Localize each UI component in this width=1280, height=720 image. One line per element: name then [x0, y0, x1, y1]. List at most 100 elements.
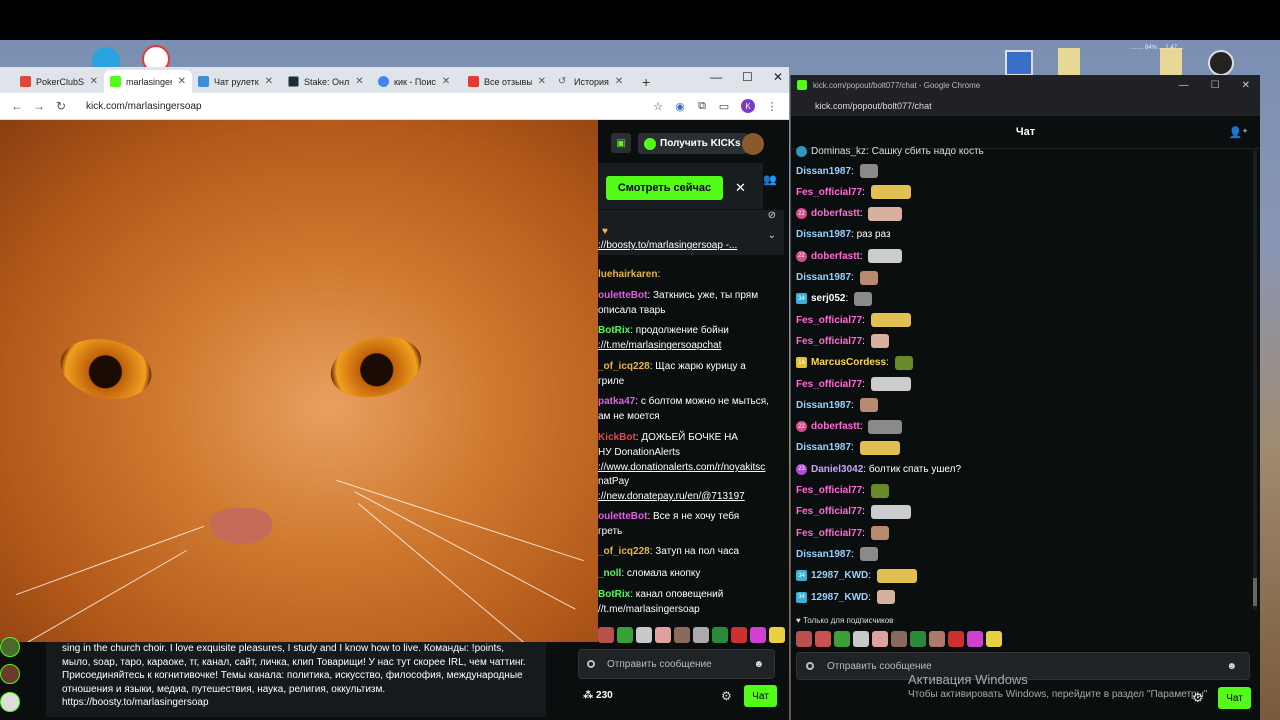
chat-scrollbar[interactable]	[1253, 150, 1257, 610]
chat-username[interactable]: Dissan1987	[796, 549, 851, 560]
chat-username[interactable]: doberfastt	[811, 421, 860, 432]
menu-dots-icon[interactable]: ⋮	[761, 100, 783, 113]
minimize-icon[interactable]: —	[1179, 80, 1189, 91]
close-icon[interactable]: ✕	[355, 76, 363, 87]
profile-avatar[interactable]: K	[741, 99, 755, 113]
emote-icon[interactable]	[636, 627, 652, 643]
chat-link[interactable]: ://new.donatepay.ru/en/@713197	[598, 491, 745, 502]
gift-icon[interactable]: ▣	[611, 133, 631, 153]
pinned-link[interactable]: ://boosty.to/marlasingersoap -...	[598, 240, 737, 251]
minimize-icon[interactable]: —	[710, 70, 722, 84]
chat-username[interactable]: doberfastt	[811, 251, 860, 262]
chat-username[interactable]: Fes_official77	[796, 528, 862, 539]
chat-username[interactable]: Dissan1987	[796, 272, 851, 283]
chat-mode-icon[interactable]	[587, 660, 595, 668]
chat-username[interactable]: ouletteBot	[598, 290, 647, 301]
chat-username[interactable]: BotRix	[598, 589, 630, 600]
emote-icon[interactable]	[967, 631, 983, 647]
emote-icon[interactable]	[853, 631, 869, 647]
chat-username[interactable]: patka47	[598, 396, 635, 407]
new-tab-button[interactable]: +	[642, 70, 650, 93]
emote-icon[interactable]	[815, 631, 831, 647]
channel-avatar[interactable]	[0, 692, 20, 712]
close-icon[interactable]: ✕	[735, 180, 746, 196]
watch-now-button[interactable]: Смотреть сейчас	[606, 176, 723, 200]
url-field[interactable]: kick.com/marlasingersoap	[86, 101, 647, 112]
channel-avatar[interactable]	[0, 664, 20, 684]
close-icon[interactable]: ✕	[265, 76, 273, 87]
chat-username[interactable]: Fes_official77	[796, 336, 862, 347]
chat-username[interactable]: BotRix	[598, 325, 630, 336]
emote-icon[interactable]	[655, 627, 671, 643]
chat-username[interactable]: Fes_official77	[796, 506, 862, 517]
close-icon[interactable]: ✕	[178, 76, 186, 87]
chat-username[interactable]: _of_icq228	[598, 546, 650, 557]
chevron-down-icon[interactable]: ⌄	[768, 230, 776, 241]
tab-reviews[interactable]: Все отзывы ✕	[462, 70, 552, 93]
tab-marlasinger[interactable]: marlasinger ✕	[104, 70, 192, 93]
emote-icon[interactable]	[986, 631, 1002, 647]
emoji-icon[interactable]: ☻	[1226, 661, 1237, 672]
chat-username[interactable]: luehairkaren	[598, 269, 657, 280]
chat-username[interactable]: 12987_KWD	[811, 570, 868, 581]
emote-icon[interactable]	[617, 627, 633, 643]
chat-username[interactable]: Dissan1987	[796, 229, 851, 240]
desktop-app-icon[interactable]	[1208, 50, 1234, 76]
chat-link[interactable]: ://t.me/marlasingersoapchat	[598, 340, 721, 351]
close-window-icon[interactable]: ✕	[1242, 80, 1250, 91]
popout-chat-send-button[interactable]: Чат	[1218, 687, 1251, 709]
emote-icon[interactable]	[712, 627, 728, 643]
tab-google-search[interactable]: кик - Поис ✕	[372, 70, 462, 93]
chat-username[interactable]: Dissan1987	[796, 166, 851, 177]
close-icon[interactable]: ✕	[90, 76, 98, 87]
chat-username[interactable]: Daniel3042	[811, 464, 863, 475]
maximize-icon[interactable]: ☐	[742, 70, 753, 84]
chat-username[interactable]: Fes_official77	[796, 187, 862, 198]
chat-username[interactable]: Dissan1987	[796, 442, 851, 453]
tab-pokerclub[interactable]: PokerClubS ✕	[14, 70, 104, 93]
popout-url[interactable]: kick.com/popout/bolt077/chat	[815, 101, 932, 111]
emote-icon[interactable]	[731, 627, 747, 643]
chat-users-icon[interactable]: 👥	[763, 173, 777, 186]
chat-username[interactable]: Fes_official77	[796, 379, 862, 390]
emote-icon[interactable]	[891, 631, 907, 647]
emote-icon[interactable]	[598, 627, 614, 643]
chat-username[interactable]: _noll	[598, 568, 621, 579]
chat-username[interactable]: MarcusCordess	[811, 357, 886, 368]
desktop-file-icon[interactable]	[1058, 48, 1080, 76]
emote-icon[interactable]	[674, 627, 690, 643]
about-link[interactable]: https://boosty.to/marlasingersoap	[62, 696, 546, 710]
emote-icon[interactable]	[796, 631, 812, 647]
user-avatar[interactable]	[742, 133, 764, 155]
close-icon[interactable]: ✕	[615, 76, 623, 87]
emoji-icon[interactable]: ☻	[753, 659, 764, 670]
channel-avatar[interactable]	[0, 637, 20, 657]
tab-stake[interactable]: Stake: Онл ✕	[282, 70, 372, 93]
get-kicks-button[interactable]: Получить KICKs	[638, 133, 747, 154]
back-icon[interactable]: ←	[6, 99, 28, 113]
chat-username[interactable]: Fes_official77	[796, 485, 862, 496]
bookmark-star-icon[interactable]: ☆	[647, 100, 669, 113]
emote-icon[interactable]	[834, 631, 850, 647]
chat-username[interactable]: _of_icq228	[598, 361, 650, 372]
emote-icon[interactable]	[910, 631, 926, 647]
chat-mode-icon[interactable]	[806, 662, 814, 670]
pin-off-icon[interactable]: ⊘	[768, 210, 776, 221]
sidebar-icon[interactable]: ▭	[713, 100, 735, 113]
desktop-monitor-icon[interactable]	[1005, 50, 1033, 76]
chat-username[interactable]: 12987_KWD	[811, 592, 868, 603]
chat-message-input[interactable]: Отправить сообщение ☻	[578, 649, 775, 679]
gear-icon[interactable]: ⚙	[721, 689, 732, 703]
chat-username[interactable]: Fes_official77	[796, 315, 862, 326]
chat-username[interactable]: serj052	[811, 293, 845, 304]
close-window-icon[interactable]: ✕	[773, 70, 783, 84]
chat-send-button[interactable]: Чат	[744, 685, 777, 707]
emote-icon[interactable]	[769, 627, 785, 643]
close-icon[interactable]: ✕	[442, 76, 450, 87]
desktop-file-icon[interactable]	[1160, 48, 1182, 76]
chat-username[interactable]: Dissan1987	[796, 400, 851, 411]
chat-username[interactable]: ouletteBot	[598, 511, 647, 522]
reload-icon[interactable]: ↻	[50, 99, 72, 113]
scroll-thumb[interactable]	[1253, 578, 1257, 606]
maximize-icon[interactable]: ☐	[1211, 80, 1220, 91]
